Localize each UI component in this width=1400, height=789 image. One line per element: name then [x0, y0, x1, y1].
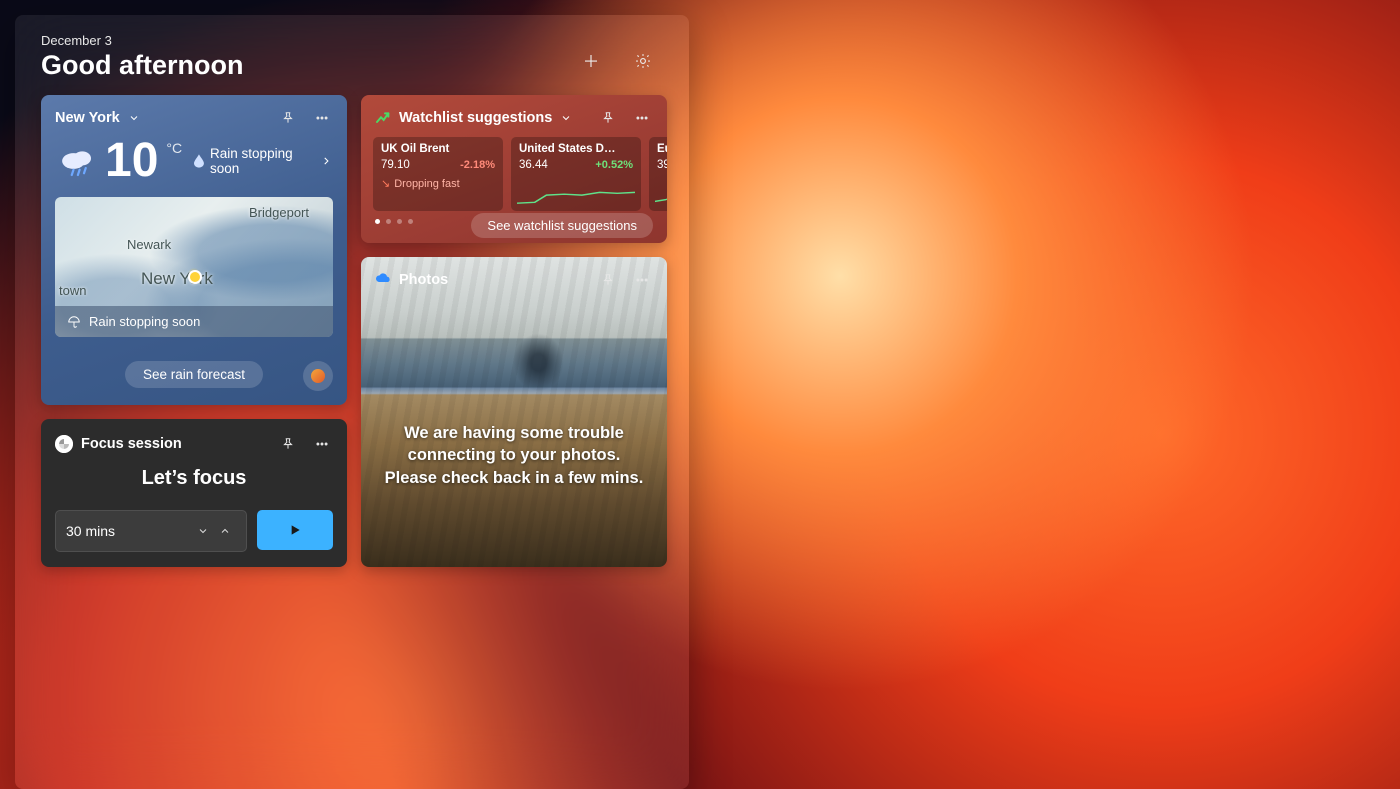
ticker-note: ↘ Dropping fast [381, 177, 495, 190]
photos-error-message: We are having some trouble connecting to… [381, 422, 647, 489]
chevron-down-icon [128, 112, 140, 124]
gear-icon [634, 52, 652, 70]
widgets-col-left: New York [41, 95, 347, 567]
watchlist-more-button[interactable] [629, 105, 655, 131]
stocks-up-icon [375, 110, 391, 126]
weather-widget[interactable]: New York [41, 95, 347, 405]
plus-icon [582, 52, 600, 70]
focus-duration-value: 30 mins [66, 523, 115, 539]
photos-widget[interactable]: Photos We are having some trouble connec… [361, 257, 667, 567]
widgets-col-right: Watchlist suggestions UK Oil Brent 79.10 [361, 95, 667, 567]
chevron-right-icon [320, 154, 333, 168]
weather-current: 10 °C [55, 137, 182, 185]
weather-summary-text: Rain stopping soon [210, 146, 314, 176]
more-icon [635, 111, 649, 125]
watchlist-title-dropdown[interactable]: Watchlist suggestions [399, 110, 572, 126]
focus-more-button[interactable] [309, 431, 335, 457]
pager-dot [375, 219, 380, 224]
raindrop-icon [194, 154, 204, 168]
photos-title: Photos [399, 272, 448, 288]
ticker-name: United States D… [519, 143, 633, 155]
weather-footer: See rain forecast [41, 349, 347, 388]
pin-icon [601, 111, 615, 125]
ticker-card[interactable]: United States D… 36.44 +0.52% [511, 137, 641, 211]
map-label-bridgeport: Bridgeport [249, 205, 309, 220]
more-icon [635, 273, 649, 287]
widgets-panel: December 3 Good afternoon New York [15, 15, 689, 789]
focus-duration-increase[interactable] [214, 520, 236, 542]
weather-temperature-value: 10 [105, 137, 158, 185]
weather-pin-button[interactable] [275, 105, 301, 131]
ticker-sparkline [517, 187, 635, 205]
more-icon [315, 437, 329, 451]
chevron-down-icon [197, 525, 209, 537]
photos-more-button[interactable] [629, 267, 655, 293]
focus-start-button[interactable] [257, 510, 333, 550]
weather-more-button[interactable] [309, 105, 335, 131]
pin-icon [281, 111, 295, 125]
panel-greeting: Good afternoon [41, 50, 243, 81]
focus-pin-button[interactable] [275, 431, 301, 457]
panel-header-actions [577, 33, 663, 75]
map-label-town: town [59, 283, 86, 298]
onedrive-icon [375, 271, 391, 289]
weather-provider-badge[interactable] [303, 361, 333, 391]
weather-summary-link[interactable]: Rain stopping soon [194, 146, 333, 176]
watchlist-pin-button[interactable] [595, 105, 621, 131]
map-label-newyork: New York [141, 269, 213, 289]
panel-date: December 3 [41, 33, 243, 48]
umbrella-icon [67, 315, 81, 329]
watchlist-tickers: UK Oil Brent 79.10 -2.18% ↘ Dropping fas… [361, 137, 667, 211]
ticker-name: Eur… [657, 143, 667, 155]
chevron-down-icon [560, 112, 572, 124]
pin-icon [601, 273, 615, 287]
pager-dot [397, 219, 402, 224]
more-icon [315, 111, 329, 125]
ticker-change: -2.18% [460, 159, 495, 171]
ticker-card[interactable]: Eur… 39. [649, 137, 667, 211]
weather-map-banner: Rain stopping soon [55, 306, 333, 337]
play-icon [287, 522, 303, 538]
see-watchlist-suggestions-button[interactable]: See watchlist suggestions [471, 213, 653, 238]
add-widget-button[interactable] [577, 47, 605, 75]
focus-session-widget[interactable]: Focus session Let’s focus 30 mins [41, 419, 347, 567]
weather-location: New York [55, 110, 120, 126]
focus-title: Focus session [81, 436, 182, 452]
focus-controls: 30 mins [41, 496, 347, 566]
panel-header: December 3 Good afternoon [15, 15, 689, 85]
watchlist-widget[interactable]: Watchlist suggestions UK Oil Brent 79.10 [361, 95, 667, 243]
watchlist-title: Watchlist suggestions [399, 110, 552, 126]
ticker-card[interactable]: UK Oil Brent 79.10 -2.18% ↘ Dropping fas… [373, 137, 503, 211]
weather-temperature-unit: °C [166, 140, 182, 156]
ticker-change: +0.52% [595, 159, 633, 171]
weather-radar-map[interactable]: Newark New York Bridgeport town Rain sto… [55, 197, 333, 337]
widgets-grid: New York [15, 85, 689, 577]
focus-duration-decrease[interactable] [192, 520, 214, 542]
see-rain-forecast-button[interactable]: See rain forecast [125, 361, 263, 388]
chevron-up-icon [219, 525, 231, 537]
ticker-price: 39. [657, 159, 667, 171]
weather-temperature-row: 10 °C Rain stopping soon [41, 137, 347, 185]
pager-dot [408, 219, 413, 224]
focus-headline: Let’s focus [41, 467, 347, 490]
arrow-down-icon: ↘ [381, 177, 390, 190]
provider-dot-icon [311, 369, 325, 383]
map-label-newark: Newark [127, 237, 171, 252]
weather-map-banner-text: Rain stopping soon [89, 314, 200, 329]
weather-location-dropdown[interactable]: New York [55, 110, 140, 126]
ticker-name: UK Oil Brent [381, 143, 495, 155]
ticker-sparkline [655, 187, 667, 205]
pin-icon [281, 437, 295, 451]
clock-app-icon [55, 435, 73, 453]
focus-duration-input[interactable]: 30 mins [55, 510, 247, 552]
photos-pin-button[interactable] [595, 267, 621, 293]
weather-condition-icon [55, 139, 99, 183]
pager-dot [386, 219, 391, 224]
widgets-settings-button[interactable] [629, 47, 657, 75]
